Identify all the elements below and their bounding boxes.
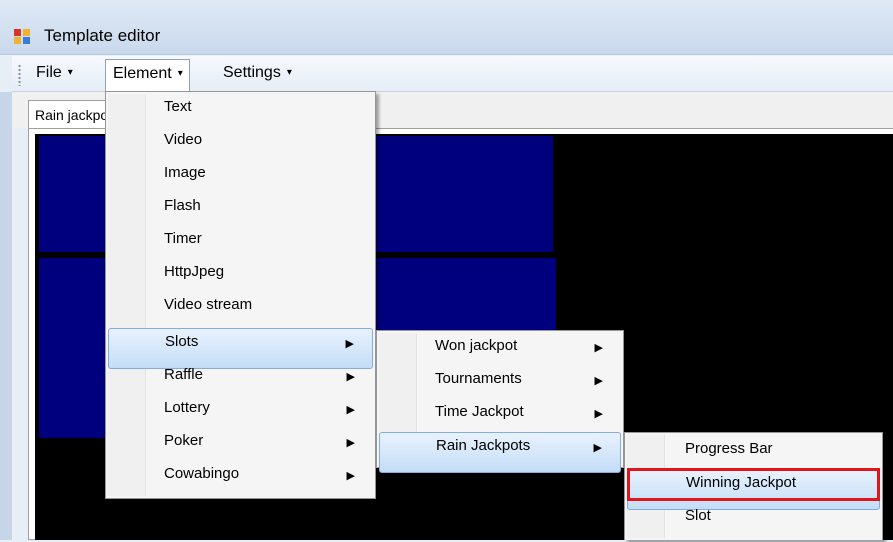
menu-item-rain-jackpots[interactable]: Rain Jackpots ▶	[379, 432, 621, 473]
menu-item-label: HttpJpeg	[164, 263, 225, 280]
menu-item-label: Rain Jackpots	[436, 437, 531, 454]
menu-item-label: Time Jackpot	[435, 403, 524, 420]
menu-item-video-stream[interactable]: Video stream	[108, 292, 373, 331]
menu-item-cowabingo[interactable]: Cowabingo ▶	[108, 461, 373, 500]
submenu-arrow-icon: ▶	[346, 437, 355, 449]
submenu-arrow-icon: ▶	[594, 408, 603, 420]
menu-settings-label: Settings	[223, 64, 281, 81]
submenu-arrow-icon: ▶	[346, 404, 355, 416]
menu-item-label: Flash	[164, 197, 201, 214]
chevron-down-icon: ▾	[286, 67, 292, 78]
submenu-arrow-icon: ▶	[594, 342, 603, 354]
menu-item-label: Won jackpot	[435, 337, 518, 354]
menu-element[interactable]: Element ▾	[105, 59, 190, 92]
menu-item-label: Slots	[165, 333, 199, 350]
menu-item-label: Slot	[685, 507, 711, 524]
menu-item-label: Image	[164, 164, 206, 181]
element-menu: Text Video Image Flash Timer HttpJpeg Vi…	[105, 91, 376, 499]
menu-item-label: Poker	[164, 432, 204, 449]
chevron-down-icon: ▾	[67, 67, 73, 78]
submenu-arrow-icon: ▶	[346, 470, 355, 482]
menu-item-label: Timer	[164, 230, 202, 247]
menu-item-label: Raffle	[164, 366, 203, 383]
submenu-arrow-icon: ▶	[346, 371, 355, 383]
submenu-arrow-icon: ▶	[594, 375, 603, 387]
window-title: Template editor	[44, 26, 161, 45]
submenu-arrow-icon: ▶	[593, 442, 602, 454]
menu-element-label: Element	[113, 65, 172, 82]
menu-item-slot[interactable]: Slot	[627, 503, 880, 542]
menu-item-label: Video stream	[164, 296, 253, 313]
menu-item-label: Video	[164, 131, 203, 148]
menu-item-label: Text	[164, 98, 192, 115]
menu-item-label: Tournaments	[435, 370, 522, 387]
slots-submenu: Won jackpot ▶ Tournaments ▶ Time Jackpot ▶ …	[376, 330, 624, 473]
menu-file-label: File	[36, 64, 62, 81]
submenu-arrow-icon: ▶	[345, 338, 354, 350]
menu-item-label: Progress Bar	[685, 440, 773, 457]
window-frame-left	[0, 92, 12, 540]
toolstrip-grip[interactable]	[18, 64, 21, 86]
app-window-icon	[14, 29, 32, 45]
menu-item-label: Lottery	[164, 399, 210, 416]
menu-item-label: Cowabingo	[164, 465, 240, 482]
menu-file[interactable]: File ▾	[29, 59, 79, 89]
chevron-down-icon: ▾	[177, 68, 183, 79]
menu-settings[interactable]: Settings ▾	[216, 59, 298, 89]
tab-rain-jackpot[interactable]: Rain jackpot	[28, 100, 114, 130]
highlight-annotation-box	[627, 468, 880, 501]
